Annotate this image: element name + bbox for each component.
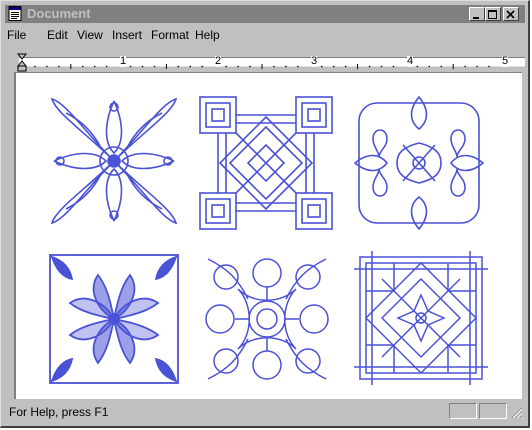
ruler-tick: [416, 65, 419, 68]
menu-bar: File Edit View Insert Format Help: [5, 25, 525, 45]
floral-star-ornament: [50, 97, 178, 225]
ruler-tick: [368, 65, 371, 68]
menu-help[interactable]: Help: [195, 28, 220, 42]
ruler-tick: [153, 65, 156, 68]
ruler-label-3: 3: [311, 55, 318, 67]
ruler-tick: [58, 65, 60, 68]
ruler-tick: [440, 65, 443, 68]
resize-grip-icon[interactable]: [511, 407, 523, 419]
status-panel-2: [479, 403, 507, 419]
ruler-tick: [380, 65, 383, 68]
ruler-tick: [237, 65, 239, 68]
maximize-button[interactable]: [485, 7, 501, 21]
ruler-tick: [177, 65, 180, 68]
menu-edit[interactable]: Edit: [47, 28, 68, 42]
status-panel-1: [449, 403, 477, 419]
minimize-button[interactable]: [469, 7, 485, 21]
lattice-star-ornament: [354, 251, 488, 385]
ruler-tick: [464, 65, 466, 68]
ruler-tick: [428, 65, 431, 68]
ruler-tick: [93, 65, 96, 68]
ruler-tick: [81, 65, 84, 68]
ruler-tick: [105, 65, 108, 68]
ruler-tick: [297, 65, 299, 68]
ruler-label-2: 2: [215, 55, 222, 67]
ruler-tick: [201, 65, 204, 68]
ruler-label-5: 5: [502, 55, 509, 67]
menu-view[interactable]: View: [77, 28, 103, 42]
interlaced-square-knot-ornament: [199, 96, 333, 230]
ruler-tick: [129, 65, 132, 68]
ruler-tick: [141, 65, 144, 68]
ruler-tick: [225, 65, 227, 68]
close-icon: [506, 10, 515, 19]
first-line-indent-marker[interactable]: [17, 53, 29, 73]
application-window: Document File Edit View Insert Format He…: [0, 0, 530, 428]
ruler-tick: [488, 65, 490, 68]
menu-file[interactable]: File: [7, 28, 26, 42]
ruler-scale: [19, 57, 525, 69]
ruler-tick: [34, 65, 36, 68]
minimize-icon: [473, 17, 479, 19]
document-canvas[interactable]: [14, 72, 522, 399]
ruler-ticks: [34, 64, 490, 69]
celtic-loop-ornament: [205, 258, 329, 380]
ruler-tick: [476, 65, 478, 68]
title-bar[interactable]: Document: [5, 5, 525, 23]
maximize-icon: [488, 10, 497, 19]
ruler-tick: [273, 65, 275, 68]
document-icon[interactable]: [8, 6, 22, 21]
menu-format[interactable]: Format: [151, 28, 189, 42]
ruler-tick: [320, 65, 323, 68]
tulip-ornament: [49, 254, 179, 384]
status-help-text: For Help, press F1: [9, 405, 109, 419]
close-button[interactable]: [503, 7, 519, 21]
menu-insert[interactable]: Insert: [112, 28, 142, 42]
ruler[interactable]: 1 2 3 4 5: [5, 52, 525, 72]
ruler-tick: [189, 65, 192, 68]
heart-leaf-ornament: [353, 95, 485, 231]
ruler-tick: [285, 65, 287, 68]
ruler-tick: [392, 65, 395, 68]
ruler-tick: [249, 65, 251, 68]
ruler-tick: [46, 65, 48, 68]
status-bar: For Help, press F1: [5, 401, 525, 421]
ruler-tick: [332, 65, 335, 68]
ruler-label-4: 4: [407, 55, 414, 67]
ruler-tick: [344, 65, 347, 68]
ruler-label-1: 1: [120, 55, 127, 67]
window-title: Document: [27, 6, 91, 21]
